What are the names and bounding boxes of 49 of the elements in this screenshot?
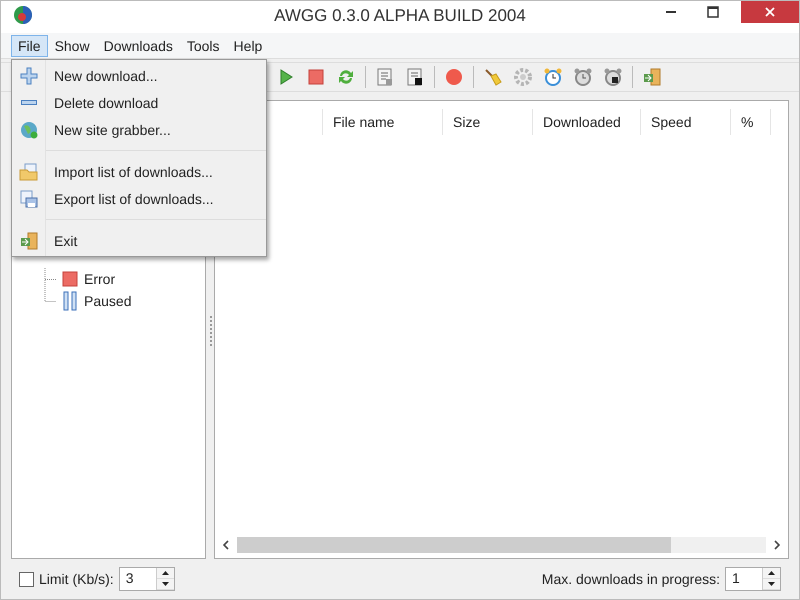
globe-icon [19, 120, 39, 140]
folder-icon [19, 162, 39, 182]
record-icon [444, 67, 464, 87]
app-logo-icon [13, 5, 33, 25]
column-header[interactable]: Speed [641, 109, 731, 135]
menu-entry[interactable]: New download... [12, 62, 266, 89]
plus-icon [19, 66, 39, 86]
menu-item[interactable]: Tools [180, 34, 227, 56]
exit-door-icon [19, 230, 39, 250]
tree-item[interactable]: Error [84, 271, 116, 287]
alarm-clock-icon [573, 67, 593, 87]
maximize-icon [707, 6, 719, 18]
tree-item[interactable]: Paused [84, 293, 132, 309]
pause-icon [62, 291, 78, 311]
menu-entry[interactable]: New site grabber... [12, 116, 266, 143]
column-header[interactable]: Size [443, 109, 533, 135]
menu-entry[interactable]: Import list of downloads... [12, 158, 266, 185]
close-button[interactable] [741, 1, 799, 23]
splitter-handle[interactable] [210, 316, 212, 346]
limit-checkbox[interactable] [19, 572, 34, 586]
menu-item[interactable]: Show [48, 34, 97, 56]
minus-icon [21, 100, 37, 105]
scrollbar-thumb[interactable] [237, 537, 671, 553]
max-downloads-label: Max. downloads in progress: [542, 571, 720, 587]
window-title: AWGG 0.3.0 ALPHA BUILD 2004 [273, 6, 527, 26]
limit-label: Limit (Kb/s): [39, 571, 114, 587]
menu-entry[interactable]: Exit [12, 227, 266, 254]
stop-icon [62, 271, 78, 287]
exit-door-icon [642, 67, 662, 87]
document-icon [405, 67, 425, 87]
menu-entry[interactable]: Export list of downloads... [12, 185, 266, 212]
menu-item[interactable]: Help [226, 34, 270, 56]
column-header[interactable]: File name [323, 109, 443, 135]
column-header[interactable]: Downloaded [533, 109, 641, 135]
menu-item[interactable]: Downloads [96, 34, 180, 56]
alarm-clock-icon [603, 67, 623, 87]
document-icon [375, 67, 395, 87]
gear-icon [513, 67, 533, 87]
menu-item[interactable]: File [11, 34, 48, 56]
stop-icon [306, 67, 326, 87]
alarm-clock-icon [543, 67, 563, 87]
minimize-icon [666, 11, 676, 13]
close-icon [764, 6, 776, 18]
menu-entry[interactable]: Delete download [12, 89, 266, 116]
chevron-left-icon [223, 540, 229, 550]
column-header[interactable]: % [731, 109, 771, 135]
chevron-right-icon [774, 540, 780, 550]
save-icon [19, 188, 39, 208]
broom-icon [483, 67, 503, 87]
